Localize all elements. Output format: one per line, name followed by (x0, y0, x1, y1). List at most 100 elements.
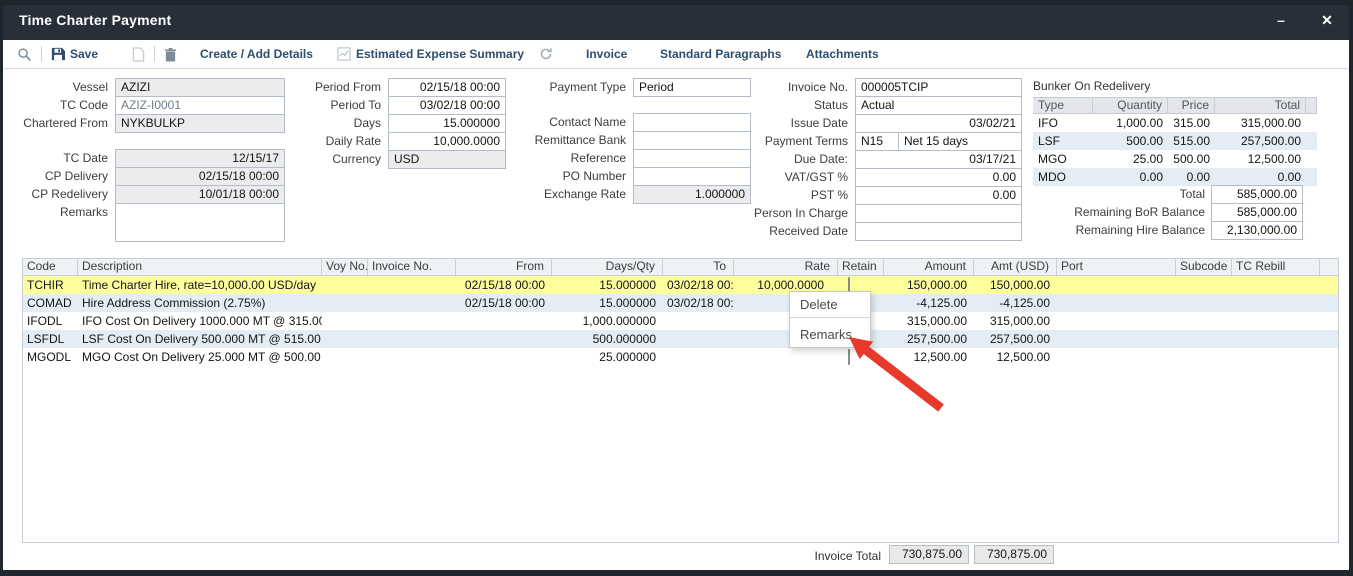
contact-name-field[interactable] (633, 113, 751, 132)
cp-redelivery-field[interactable]: 10/01/18 00:00 (115, 185, 285, 204)
invoice-button[interactable]: Invoice (586, 40, 627, 68)
cell-invoice (368, 294, 456, 312)
cell-from (456, 330, 552, 348)
bunker-cell: MGO (1033, 150, 1093, 168)
search-icon[interactable] (17, 40, 32, 68)
cell-from: 02/15/18 00:00 (456, 276, 552, 294)
cell-voy (322, 312, 368, 330)
col-header-invoice-no[interactable]: Invoice No. (368, 259, 456, 275)
cell-invoice (368, 312, 456, 330)
standard-paragraphs-label: Standard Paragraphs (660, 47, 781, 61)
invoice-total-amount: 730,875.00 (889, 545, 969, 564)
reference-field[interactable] (633, 149, 751, 168)
due-date-field[interactable]: 03/17/21 (855, 150, 1022, 169)
retain-checkbox[interactable] (848, 349, 850, 365)
col-header-code[interactable]: Code (23, 259, 78, 275)
content-area: VesselAZIZI TC CodeAZIZ-I0001 Chartered … (3, 69, 1349, 570)
cell-voy (322, 294, 368, 312)
person-in-charge-field[interactable] (855, 204, 1022, 223)
invoice-label: Invoice (586, 47, 627, 61)
cell-subcode (1176, 312, 1232, 330)
cell-subcode (1176, 294, 1232, 312)
issue-date-field[interactable]: 03/02/21 (855, 114, 1022, 133)
invoice-no-field[interactable]: 000005TCIP (855, 78, 1022, 97)
col-header-voy-no[interactable]: Voy No. (322, 259, 368, 275)
cp-redelivery-label: CP Redelivery (13, 185, 115, 204)
table-row-tchir[interactable]: TCHIR Time Charter Hire, rate=10,000.00 … (23, 276, 1338, 294)
col-header-amt-usd[interactable]: Amt (USD) (974, 259, 1057, 275)
bunker-cell: MDO (1033, 168, 1093, 186)
remittance-bank-field[interactable] (633, 131, 751, 150)
cell-from (456, 312, 552, 330)
delete-button[interactable] (164, 40, 177, 68)
table-row-mgodl[interactable]: MGODL MGO Cost On Delivery 25.000 MT @ 5… (23, 348, 1338, 366)
standard-paragraphs-button[interactable]: Standard Paragraphs (660, 40, 781, 68)
bunker-header-total: Total (1215, 98, 1306, 113)
context-menu-item-delete[interactable]: Delete (790, 292, 870, 318)
col-header-description[interactable]: Description (78, 259, 322, 275)
cell-qty: 1,000.000000 (552, 312, 663, 330)
cp-delivery-field[interactable]: 02/15/18 00:00 (115, 167, 285, 186)
create-add-details-button[interactable]: Create / Add Details (200, 40, 313, 68)
payment-terms-code-field[interactable]: N15 (855, 132, 899, 151)
period-group: Period From02/15/18 00:00 Period To03/02… (301, 78, 506, 169)
minimize-button[interactable]: – (1269, 10, 1293, 30)
currency-label: Currency (301, 150, 388, 169)
exchange-rate-field[interactable]: 1.000000 (633, 185, 751, 204)
table-row-comad[interactable]: COMAD Hire Address Commission (2.75%) 02… (23, 294, 1338, 312)
status-field[interactable]: Actual (855, 96, 1022, 115)
col-header-to[interactable]: To (663, 259, 734, 275)
tc-date-field[interactable]: 12/15/17 (115, 149, 285, 168)
invoice-total-amount-usd: 730,875.00 (974, 545, 1054, 564)
cell-amt-usd: 150,000.00 (974, 276, 1057, 294)
bunker-header-quantity: Quantity (1093, 98, 1168, 113)
invoice-total-label: Invoice Total (755, 547, 881, 565)
context-menu-item-remarks[interactable]: Remarks (790, 318, 870, 347)
cell-qty: 15.000000 (552, 294, 663, 312)
table-row-ifodl[interactable]: IFODL IFO Cost On Delivery 1000.000 MT @… (23, 312, 1338, 330)
col-header-from[interactable]: From (456, 259, 552, 275)
tc-code-field[interactable]: AZIZ-I0001 (115, 96, 285, 115)
copy-page-icon[interactable] (132, 40, 145, 68)
vessel-field[interactable]: AZIZI (115, 78, 285, 97)
close-button[interactable]: ✕ (1315, 10, 1339, 30)
table-row-lsfdl[interactable]: LSFDL LSF Cost On Delivery 500.000 MT @ … (23, 330, 1338, 348)
po-number-field[interactable] (633, 167, 751, 186)
tc-date-label: TC Date (13, 149, 115, 168)
period-to-field[interactable]: 03/02/18 00:00 (388, 96, 506, 115)
cell-amount: 315,000.00 (884, 312, 974, 330)
payment-terms-desc-field[interactable]: Net 15 days (898, 132, 1022, 151)
col-header-tc-rebill[interactable]: TC Rebill (1232, 259, 1320, 275)
chartered-from-field[interactable]: NYKBULKP (115, 114, 285, 133)
period-from-field[interactable]: 02/15/18 00:00 (388, 78, 506, 97)
payment-type-label: Payment Type (521, 78, 633, 97)
pst-field[interactable]: 0.00 (855, 186, 1022, 205)
cell-tc-rebill (1232, 348, 1320, 366)
days-field[interactable]: 15.000000 (388, 114, 506, 133)
currency-field[interactable]: USD (388, 150, 506, 169)
remarks-field[interactable] (115, 203, 285, 242)
attachments-button[interactable]: Attachments (806, 40, 879, 68)
vat-gst-field[interactable]: 0.00 (855, 168, 1022, 187)
payment-terms-label: Payment Terms (751, 132, 855, 151)
col-header-subcode[interactable]: Subcode (1176, 259, 1232, 275)
col-header-rate[interactable]: Rate (734, 259, 838, 275)
remaining-hire-balance-value: 2,130,000.00 (1211, 221, 1303, 240)
received-date-field[interactable] (855, 222, 1022, 241)
cell-qty: 500.000000 (552, 330, 663, 348)
save-button[interactable]: Save (51, 40, 98, 68)
pst-label: PST % (751, 186, 855, 205)
tc-code-label: TC Code (13, 96, 115, 115)
refresh-icon[interactable] (539, 40, 553, 68)
cell-description: Time Charter Hire, rate=10,000.00 USD/da… (78, 276, 322, 294)
daily-rate-field[interactable]: 10,000.0000 (388, 132, 506, 151)
col-header-port[interactable]: Port (1057, 259, 1176, 275)
cell-code: LSFDL (23, 330, 78, 348)
days-label: Days (301, 114, 388, 133)
col-header-days-qty[interactable]: Days/Qty (552, 259, 663, 275)
estimated-expense-summary-button[interactable]: Estimated Expense Summary (337, 40, 524, 68)
payment-type-field[interactable]: Period (633, 78, 751, 97)
col-header-amount[interactable]: Amount (884, 259, 974, 275)
cell-from: 02/15/18 00:00 (456, 294, 552, 312)
col-header-retain[interactable]: Retain (838, 259, 884, 275)
